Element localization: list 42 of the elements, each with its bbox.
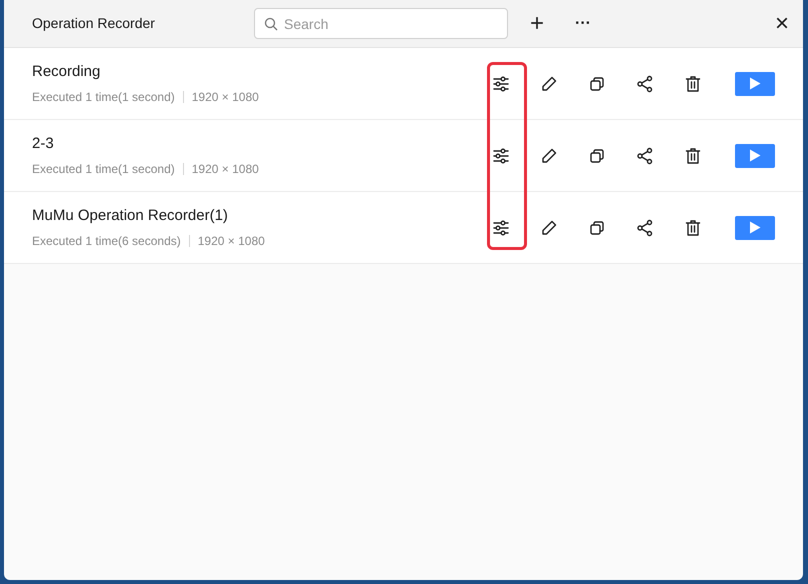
execution-info: Executed 1 time(1 second): [32, 89, 175, 106]
trash-icon: [683, 218, 703, 238]
adjust-button[interactable]: [491, 146, 511, 166]
execution-info: Executed 1 time(1 second): [32, 161, 175, 178]
play-icon: [749, 221, 761, 234]
play-button[interactable]: [735, 216, 775, 240]
share-icon: [635, 74, 655, 94]
recording-name: Recording: [32, 62, 102, 82]
settings-icon: [491, 146, 511, 166]
delete-button[interactable]: [683, 146, 703, 166]
share-button[interactable]: [635, 74, 655, 94]
settings-icon: [491, 74, 511, 94]
add-button[interactable]: +: [525, 12, 549, 36]
share-icon: [635, 146, 655, 166]
close-button[interactable]: ×: [774, 12, 789, 36]
resolution-text: 1920 × 1080: [192, 161, 259, 178]
resolution-text: 1920 × 1080: [192, 89, 259, 106]
play-button[interactable]: [735, 144, 775, 168]
recording-name: 2-3: [32, 134, 55, 154]
play-icon: [749, 149, 761, 162]
delete-button[interactable]: [683, 218, 703, 238]
recording-row[interactable]: 2-3 Executed 1 time(1 second) 1920 × 1080: [4, 120, 803, 192]
delete-button[interactable]: [683, 74, 703, 94]
execution-info: Executed 1 time(6 seconds): [32, 233, 181, 250]
adjust-button[interactable]: [491, 218, 511, 238]
window-title: Operation Recorder: [32, 14, 156, 33]
trash-icon: [683, 146, 703, 166]
more-button[interactable]: ···: [571, 16, 595, 32]
recording-row[interactable]: Recording Executed 1 time(1 second) 1920 × 1080: [4, 48, 803, 120]
search-field[interactable]: Search: [254, 8, 508, 39]
play-button[interactable]: [735, 72, 775, 96]
adjust-button[interactable]: [491, 74, 511, 94]
play-icon: [749, 77, 761, 90]
share-button[interactable]: [635, 218, 655, 238]
share-icon: [635, 218, 655, 238]
search-icon: [264, 17, 278, 31]
share-button[interactable]: [635, 146, 655, 166]
trash-icon: [683, 74, 703, 94]
recording-row[interactable]: MuMu Operation Recorder(1) Executed 1 time(6 seconds) 1920 × 1080: [4, 192, 803, 264]
settings-icon: [491, 218, 511, 238]
resolution-text: 1920 × 1080: [198, 233, 265, 250]
recording-name: MuMu Operation Recorder(1): [32, 206, 229, 226]
